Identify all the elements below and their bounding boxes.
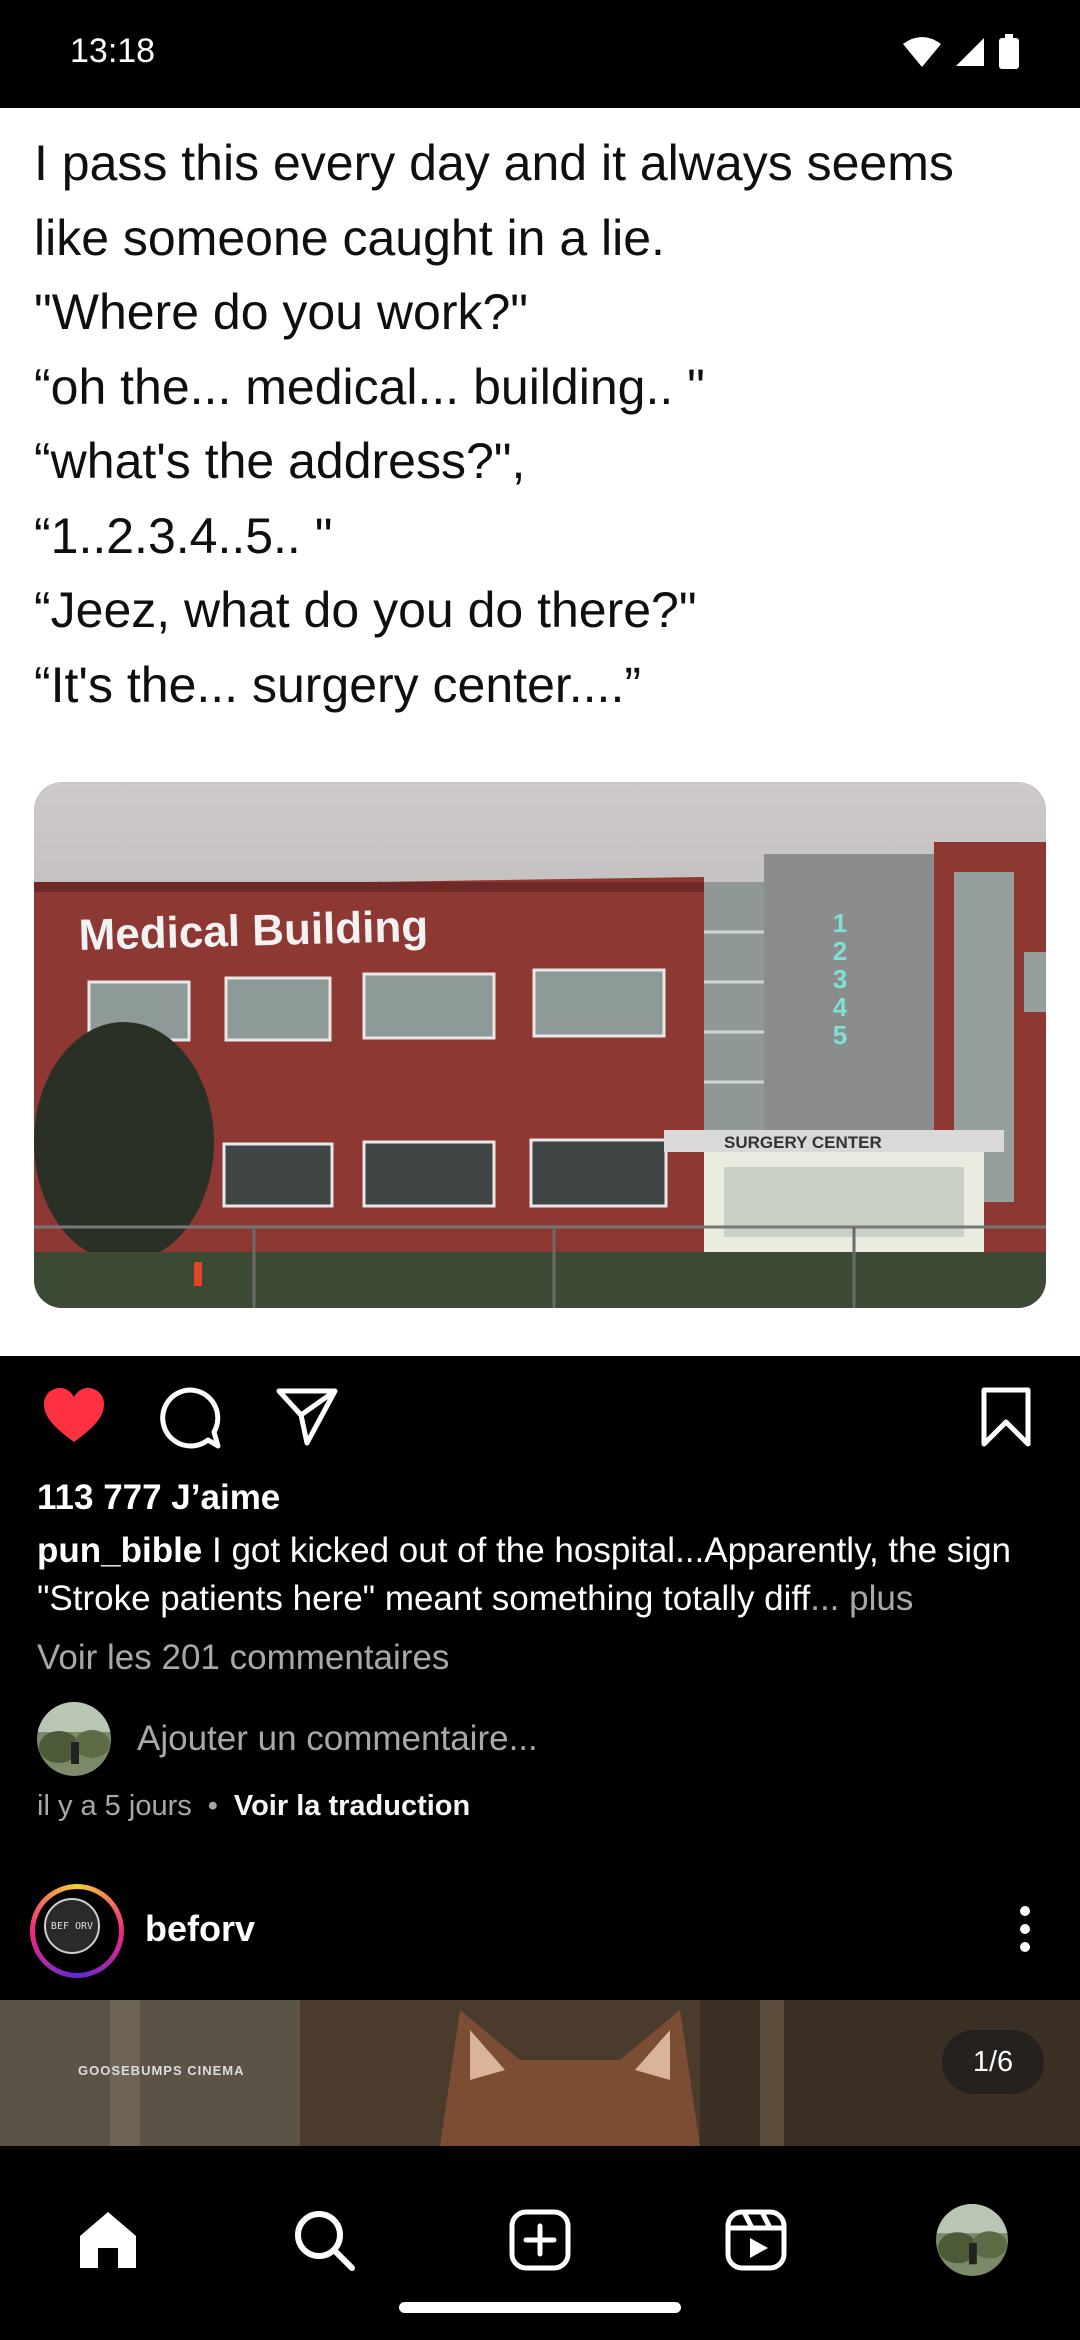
post-actions bbox=[0, 1356, 1080, 1476]
wifi-icon bbox=[903, 37, 941, 67]
building-photo: Medical Building 1 2 3 4 5 SURGERY CENTE… bbox=[34, 782, 1046, 1308]
create-plus-icon[interactable] bbox=[508, 2208, 572, 2272]
post-text-line: “It's the... surgery center....” bbox=[34, 656, 641, 713]
status-bar: 13:18 bbox=[0, 0, 1080, 108]
building-sign-text: Medical Building bbox=[78, 902, 429, 960]
post-meta: il y a 5 jours • Voir la traduction bbox=[37, 1790, 470, 1823]
avatar-logo-text: BEF ORV bbox=[44, 1898, 100, 1954]
post-caption: pun_bible I got kicked out of the hospit… bbox=[37, 1527, 1047, 1623]
story-ring-avatar[interactable]: BEF ORV bbox=[30, 1884, 124, 1978]
post-text-line: “1..2.3.4..5.. " bbox=[34, 507, 333, 564]
post-text-line: “oh the... medical... building.. " bbox=[34, 358, 705, 415]
status-time: 13:18 bbox=[70, 32, 156, 70]
caption-more-link[interactable]: ... plus bbox=[810, 1579, 913, 1618]
next-post-username[interactable]: beforv bbox=[145, 1908, 255, 1950]
next-post-header: BEF ORV beforv bbox=[0, 1880, 1080, 2000]
canopy-text: SURGERY CENTER bbox=[724, 1133, 882, 1152]
search-icon[interactable] bbox=[292, 2208, 356, 2272]
home-indicator[interactable] bbox=[399, 2302, 681, 2313]
reels-icon[interactable] bbox=[724, 2208, 788, 2272]
signal-icon bbox=[956, 38, 984, 66]
caption-username[interactable]: pun_bible bbox=[37, 1531, 202, 1570]
like-heart-icon[interactable] bbox=[42, 1386, 106, 1446]
post-text-line: “Jeez, what do you do there?" bbox=[34, 582, 697, 638]
post-text-line: "Where do you work?" bbox=[34, 284, 529, 340]
post-text: I pass this every day and it always seem… bbox=[34, 126, 1054, 722]
carousel-counter: 1/6 bbox=[942, 2030, 1044, 2094]
meta-separator: • bbox=[207, 1790, 218, 1822]
more-options-icon[interactable] bbox=[1010, 1904, 1040, 1954]
profile-avatar[interactable] bbox=[936, 2204, 1008, 2276]
post-time: il y a 5 jours bbox=[37, 1790, 192, 1822]
address-digit: 1 bbox=[833, 908, 847, 938]
battery-icon bbox=[999, 34, 1019, 69]
avatar bbox=[37, 1702, 111, 1776]
post-text-line: “what's the address?", bbox=[34, 433, 526, 489]
status-icons bbox=[902, 34, 1020, 70]
bookmark-icon[interactable] bbox=[980, 1386, 1032, 1448]
send-plane-icon[interactable] bbox=[276, 1386, 338, 1448]
home-icon[interactable] bbox=[76, 2208, 140, 2272]
address-digit: 3 bbox=[833, 964, 847, 994]
next-post-media[interactable]: GOOSEBUMPS CINEMA 1/6 bbox=[0, 2000, 1080, 2146]
post-text-line: like someone caught in a lie. bbox=[34, 209, 665, 266]
view-comments-link[interactable]: Voir les 201 commentaires bbox=[37, 1638, 449, 1678]
comment-bubble-icon[interactable] bbox=[158, 1386, 222, 1450]
translate-link[interactable]: Voir la traduction bbox=[234, 1790, 470, 1823]
likes-count[interactable]: 113 777 J’aime bbox=[37, 1478, 280, 1518]
address-digit: 2 bbox=[833, 936, 847, 966]
add-comment-row[interactable]: Ajouter un commentaire... bbox=[37, 1702, 538, 1776]
post-text-line: I pass this every day and it always seem… bbox=[34, 135, 954, 191]
address-digit: 4 bbox=[833, 992, 848, 1022]
media-watermark: GOOSEBUMPS CINEMA bbox=[78, 2063, 245, 2078]
add-comment-input[interactable]: Ajouter un commentaire... bbox=[137, 1719, 538, 1759]
address-digit: 5 bbox=[833, 1020, 847, 1050]
post-media[interactable]: I pass this every day and it always seem… bbox=[0, 108, 1080, 1356]
